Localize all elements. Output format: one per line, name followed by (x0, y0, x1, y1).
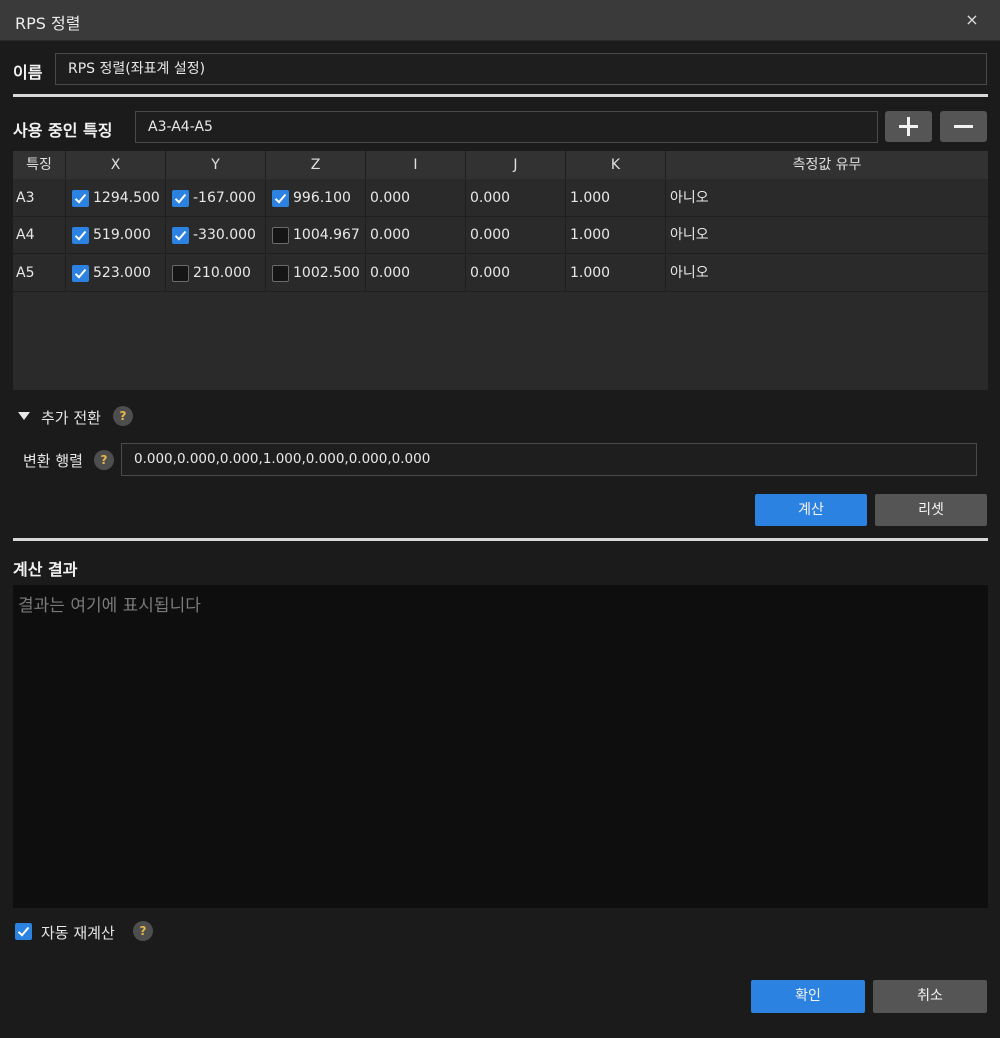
cell-i: 0.000 (366, 180, 466, 217)
header-z: Z (266, 151, 366, 179)
title-bar: RPS 정렬 × (0, 0, 1000, 41)
header-y: Y (166, 151, 266, 179)
cell-measured: 아니오 (670, 190, 709, 206)
matrix-label: 변환 행렬 (23, 452, 83, 470)
cell-i: 0.000 (366, 255, 466, 292)
auto-recalc-checkbox[interactable] (15, 923, 32, 940)
cell-x-checkbox[interactable] (72, 227, 89, 244)
cell-measured: 아니오 (670, 265, 709, 281)
reset-button[interactable]: 리셋 (875, 494, 987, 526)
header-feature: 특징 (13, 151, 66, 179)
minus-icon (954, 125, 973, 128)
cell-i: 0.000 (366, 217, 466, 254)
features-input[interactable]: A3-A4-A5 (135, 111, 878, 143)
result-label: 계산 결과 (13, 560, 78, 579)
cell-y-checkbox[interactable] (172, 265, 189, 282)
result-textarea[interactable]: 결과는 여기에 표시됩니다 (13, 585, 988, 908)
remove-feature-button[interactable] (940, 111, 987, 142)
cell-y: -330.000 (166, 217, 266, 254)
header-j: J (466, 151, 566, 179)
cell-x-value: 519.000 (93, 227, 151, 243)
check-icon (174, 230, 187, 241)
check-icon (74, 230, 87, 241)
cell-z: 996.100 (266, 180, 366, 217)
cell-z: 1002.500 (266, 255, 366, 292)
features-label: 사용 중인 특징 (13, 121, 113, 140)
feature-table: 특징 X Y Z I J K 측정값 유무 A3 1294.500 -167.000… (13, 151, 988, 390)
cell-k: 1.000 (566, 217, 666, 254)
check-icon (274, 193, 287, 204)
cell-z-value: 996.100 (293, 190, 351, 206)
header-measured: 측정값 유무 (792, 157, 862, 173)
cell-y: 210.000 (166, 255, 266, 292)
help-icon[interactable]: ? (113, 406, 133, 426)
cell-x: 523.000 (66, 255, 166, 292)
cell-z-value: 1004.967 (293, 227, 360, 243)
cell-x-checkbox[interactable] (72, 265, 89, 282)
header-k: K (566, 151, 666, 179)
cell-j: 0.000 (466, 180, 566, 217)
ok-button[interactable]: 확인 (751, 980, 865, 1013)
table-row[interactable]: A5 523.000 210.000 1002.500 0.000 0.000 1.000 아… (13, 255, 988, 292)
cell-y-value: -167.000 (193, 190, 256, 206)
check-icon (17, 926, 30, 937)
close-icon[interactable]: × (962, 9, 982, 31)
cell-x: 519.000 (66, 217, 166, 254)
window-title: RPS 정렬 (15, 14, 81, 33)
matrix-input[interactable]: 0.000,0.000,0.000,1.000,0.000,0.000,0.00… (121, 443, 977, 476)
table-row[interactable]: A3 1294.500 -167.000 996.100 0.000 0.000 1.000… (13, 180, 988, 217)
name-label: 이름 (13, 63, 43, 82)
check-icon (74, 193, 87, 204)
cell-z-checkbox[interactable] (272, 265, 289, 282)
plus-icon (899, 117, 918, 136)
header-i: I (366, 151, 466, 179)
cell-z: 1004.967 (266, 217, 366, 254)
cancel-button[interactable]: 취소 (873, 980, 987, 1013)
cell-z-value: 1002.500 (293, 265, 360, 281)
help-icon[interactable]: ? (133, 921, 153, 941)
table-row[interactable]: A4 519.000 -330.000 1004.967 0.000 0.000 1.000… (13, 217, 988, 254)
result-placeholder: 결과는 여기에 표시됩니다 (18, 596, 201, 616)
cell-x-value: 1294.500 (93, 190, 160, 206)
auto-recalc-label: 자동 재계산 (41, 924, 115, 942)
section-divider (13, 94, 988, 97)
table-header: 특징 X Y Z I J K 측정값 유무 (13, 151, 988, 179)
cell-x-checkbox[interactable] (72, 190, 89, 207)
section-divider (13, 538, 988, 541)
transform-section-label: 추가 전환 (41, 409, 101, 427)
cell-k: 1.000 (566, 255, 666, 292)
cell-x-value: 523.000 (93, 265, 151, 281)
cell-y-checkbox[interactable] (172, 227, 189, 244)
cell-y-checkbox[interactable] (172, 190, 189, 207)
check-icon (174, 193, 187, 204)
cell-x: 1294.500 (66, 180, 166, 217)
cell-z-checkbox[interactable] (272, 227, 289, 244)
cell-j: 0.000 (466, 217, 566, 254)
check-icon (74, 268, 87, 279)
cell-feature: A5 (13, 255, 66, 292)
name-input[interactable]: RPS 정렬(좌표계 설정) (55, 53, 987, 85)
add-feature-button[interactable] (885, 111, 932, 142)
cell-k: 1.000 (566, 180, 666, 217)
help-icon[interactable]: ? (94, 450, 114, 470)
collapse-triangle-icon[interactable] (18, 412, 30, 420)
cell-y-value: -330.000 (193, 227, 256, 243)
cell-measured: 아니오 (670, 227, 709, 243)
header-x: X (66, 151, 166, 179)
cell-y-value: 210.000 (193, 265, 251, 281)
cell-feature: A3 (13, 180, 66, 217)
cell-z-checkbox[interactable] (272, 190, 289, 207)
cell-y: -167.000 (166, 180, 266, 217)
cell-feature: A4 (13, 217, 66, 254)
calculate-button[interactable]: 계산 (755, 494, 867, 526)
cell-j: 0.000 (466, 255, 566, 292)
